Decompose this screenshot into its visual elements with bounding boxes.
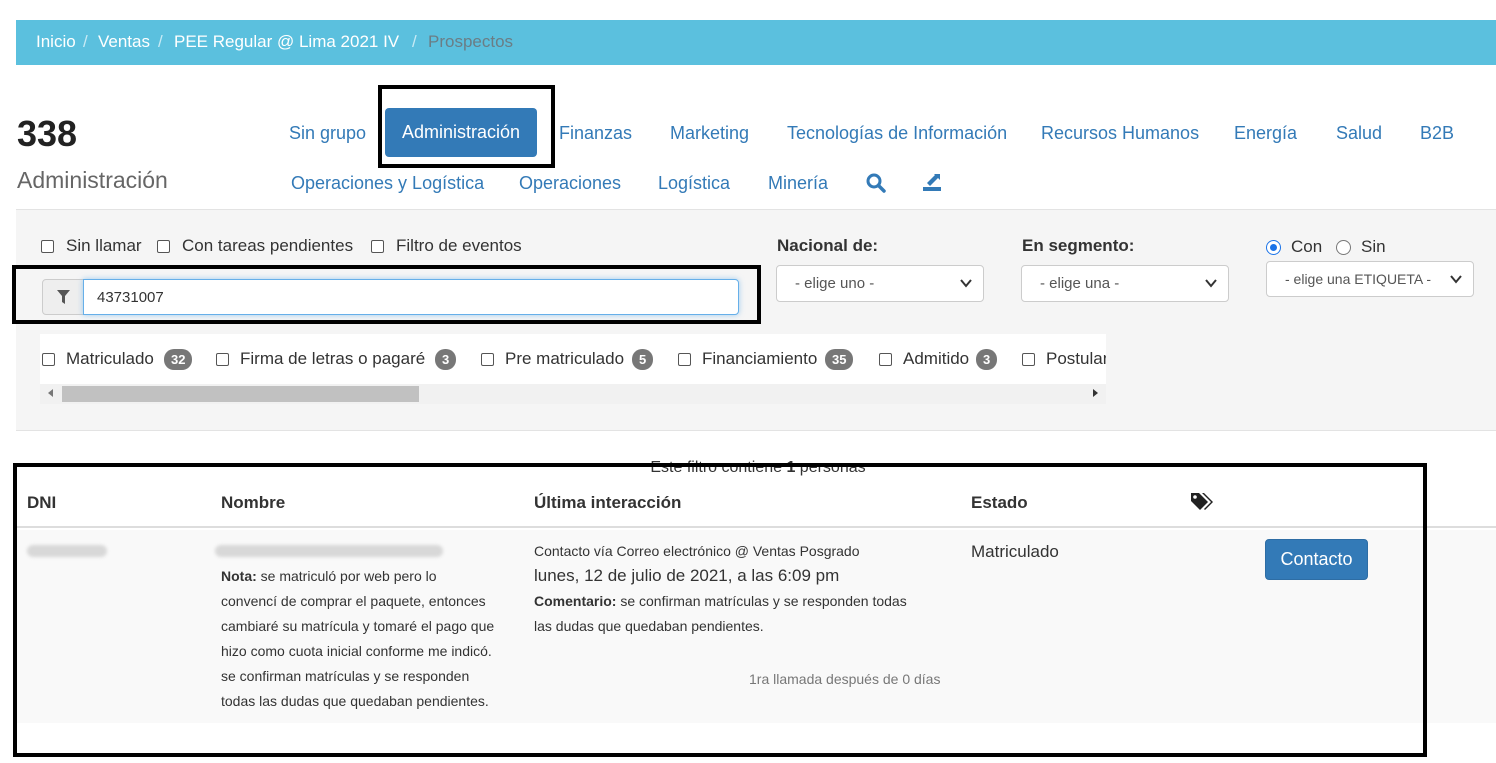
label-segmento: En segmento: [1022, 236, 1135, 255]
breadcrumb-separator: / [83, 32, 88, 51]
tab-administracion[interactable]: Administración [385, 108, 537, 157]
tab-tecnologias[interactable]: Tecnologías de Información [787, 123, 1007, 144]
tab-recursos-humanos[interactable]: Recursos Humanos [1041, 123, 1199, 144]
tab-logistica[interactable]: Logística [658, 173, 730, 194]
label-pre-matriculado: Pre matriculado [505, 349, 625, 368]
scroll-right-arrow[interactable] [1093, 389, 1098, 397]
count-badge: 32 [164, 349, 193, 370]
breadcrumb-separator: / [412, 32, 417, 51]
select-segmento-value: - elige una - [1040, 275, 1120, 292]
breadcrumb-separator: / [158, 32, 163, 51]
tab-sin-grupo[interactable]: Sin grupo [289, 123, 366, 144]
label-financiamiento: Financiamiento [702, 349, 818, 368]
label-postulan: Postulan [1046, 349, 1106, 368]
checkbox-matriculado[interactable] [42, 353, 55, 366]
select-nacional-value: - elige uno - [795, 275, 875, 292]
radio-con[interactable] [1266, 240, 1281, 255]
count-badge: 3 [976, 349, 998, 370]
checkbox-filtro-eventos[interactable] [371, 240, 384, 253]
label-con: Con [1291, 237, 1323, 256]
radio-sin[interactable] [1336, 240, 1351, 255]
checkbox-postulan[interactable] [1022, 353, 1035, 366]
checkbox-tareas-pendientes[interactable] [157, 240, 170, 253]
label-nacional: Nacional de: [777, 236, 879, 255]
checkbox-financiamiento[interactable] [678, 353, 691, 366]
chevron-down-icon [1449, 272, 1463, 286]
tab-b2b[interactable]: B2B [1420, 123, 1454, 144]
select-nacional[interactable]: - elige uno - [776, 265, 984, 302]
search-icon[interactable] [865, 172, 887, 194]
filter-icon [57, 290, 70, 304]
count-badge: 5 [632, 349, 654, 370]
breadcrumb-ventas[interactable]: Ventas [98, 32, 150, 52]
page-subtitle: Administración [17, 167, 168, 193]
label-matriculado: Matriculado [66, 349, 154, 368]
breadcrumb-inicio[interactable]: Inicio [36, 32, 76, 52]
filter-addon [42, 279, 84, 315]
label-admitido: Admitido [903, 349, 970, 368]
label-sin: Sin [1361, 237, 1386, 256]
tab-operaciones-logistica[interactable]: Operaciones y Logística [291, 173, 484, 194]
breadcrumb-program[interactable]: PEE Regular @ Lima 2021 IV [174, 32, 399, 52]
tab-salud[interactable]: Salud [1336, 123, 1382, 144]
checkbox-firma-letras[interactable] [216, 353, 229, 366]
tab-finanzas[interactable]: Finanzas [559, 123, 632, 144]
tab-energia[interactable]: Energía [1234, 123, 1297, 144]
checkbox-sin-llamar[interactable] [41, 240, 54, 253]
tab-operaciones[interactable]: Operaciones [519, 173, 621, 194]
tab-mineria[interactable]: Minería [768, 173, 828, 194]
search-input[interactable] [83, 279, 739, 315]
checkbox-admitido[interactable] [879, 353, 892, 366]
chevron-down-icon [1205, 279, 1217, 288]
prospect-count: 338 [17, 113, 78, 154]
scrollbar-thumb[interactable] [62, 386, 419, 402]
label-tareas-pendientes: Con tareas pendientes [182, 236, 354, 255]
tab-marketing[interactable]: Marketing [670, 123, 749, 144]
breadcrumb: Inicio / Ventas / PEE Regular @ Lima 202… [16, 20, 1496, 65]
checkbox-pre-matriculado[interactable] [481, 353, 494, 366]
select-etiqueta-value: - elige una ETIQUETA - [1285, 271, 1432, 287]
chevron-down-icon [960, 279, 972, 288]
count-badge: 3 [435, 349, 457, 370]
scroll-left-arrow[interactable] [48, 389, 53, 397]
breadcrumb-current: Prospectos [428, 32, 514, 51]
select-etiqueta[interactable]: - elige una ETIQUETA - [1266, 261, 1474, 297]
select-segmento[interactable]: - elige una - [1021, 265, 1229, 302]
export-icon[interactable] [921, 171, 943, 193]
label-sin-llamar: Sin llamar [66, 236, 142, 255]
highlight-frame [13, 463, 1427, 757]
label-filtro-eventos: Filtro de eventos [396, 236, 522, 255]
label-firma-letras: Firma de letras o pagaré [240, 349, 426, 368]
count-badge: 35 [825, 349, 854, 370]
